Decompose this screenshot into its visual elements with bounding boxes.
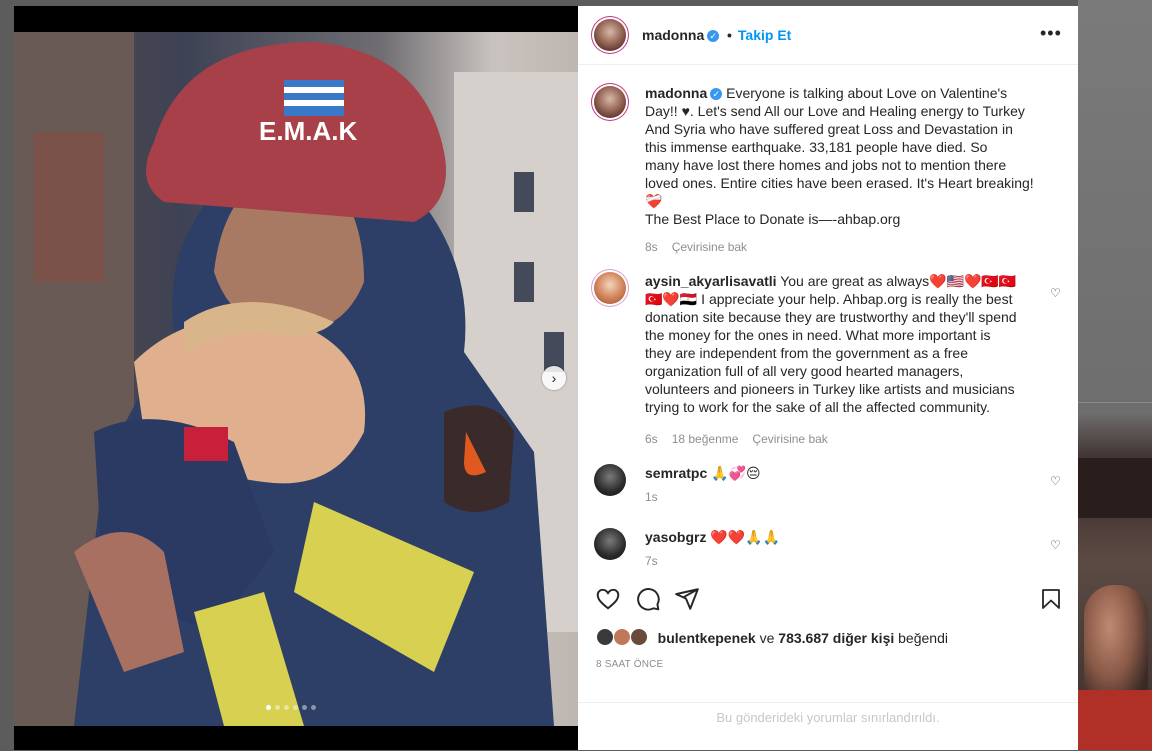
background-page-right <box>1078 0 1152 750</box>
firefighter-illustration: E.M.A.K <box>14 32 578 726</box>
background-photo-shirt <box>1078 690 1152 750</box>
comment-line: You are great as always❤️🇺🇸❤️🇹🇷🇹🇷 <box>780 273 1017 289</box>
comment-line: 🇹🇷❤️🇪🇬 I appreciate your help. Ahbap.org… <box>645 291 1013 307</box>
comment-icon[interactable] <box>635 586 661 612</box>
carousel-dot <box>302 705 307 710</box>
caption-line: many have lost there homes and jobs not … <box>645 157 1007 173</box>
author-username[interactable]: madonna ✓ <box>642 27 720 43</box>
caption-avatar[interactable] <box>594 86 626 118</box>
post-side-panel: madonna ✓ • Takip Et ••• madonna ✓ Everyone… <box>578 6 1078 750</box>
follow-button[interactable]: • Takip Et <box>727 27 791 43</box>
comment-line: organization full of all very good heart… <box>645 363 964 379</box>
background-divider <box>1078 402 1152 403</box>
carousel-next-button[interactable]: › <box>542 366 566 390</box>
post-actions <box>578 586 1078 616</box>
caption-line: Day!! ♥. Let's send All our Love and Hea… <box>645 103 1025 119</box>
comment-meta: 6s 18 beğenme Çevirisine bak <box>645 432 842 446</box>
comments-limited-notice: Bu gönderideki yorumlar sınırlandırıldı. <box>578 702 1078 751</box>
post-header: madonna ✓ • Takip Et ••• <box>578 6 1078 65</box>
comment-body: ❤️❤️🙏🙏 <box>710 529 781 545</box>
caption-line: this immense earthquake. 33,181 people h… <box>645 139 988 155</box>
comment-avatar[interactable] <box>594 272 626 304</box>
verified-icon: ✓ <box>707 30 720 42</box>
comment-meta: 7s <box>645 554 672 568</box>
background-photo <box>1084 585 1148 705</box>
caption-line: Everyone is talking about Love on Valent… <box>726 85 1008 101</box>
caption-time[interactable]: 8s <box>645 240 658 254</box>
post-media[interactable]: E.M.A.K › <box>14 6 578 750</box>
heart-icon[interactable] <box>595 586 621 612</box>
caption-line: ❤️‍🩹 <box>645 193 663 209</box>
comment-line: donation site because they are trustwort… <box>645 309 1017 325</box>
verified-icon: ✓ <box>710 88 723 100</box>
comment-line: trying to work for the sake of all the a… <box>645 399 990 415</box>
comment-text: semratpc 🙏💞😔 <box>645 464 1043 482</box>
carousel-dot <box>275 705 280 710</box>
heart-outline-icon: ♡ <box>1050 538 1061 552</box>
comment-time[interactable]: 6s <box>645 432 658 446</box>
translate-link[interactable]: Çevirisine bak <box>752 432 827 446</box>
comment-meta: 1s <box>645 490 672 504</box>
heart-outline-icon: ♡ <box>1050 286 1061 300</box>
follow-label[interactable]: Takip Et <box>738 27 791 43</box>
caption-text: madonna ✓ Everyone is talking about Love … <box>645 84 1043 228</box>
bookmark-icon[interactable] <box>1039 586 1063 612</box>
chevron-right-icon: › <box>551 370 557 386</box>
comment-username[interactable]: semratpc <box>645 465 707 481</box>
comment-time[interactable]: 1s <box>645 490 658 504</box>
author-username-text[interactable]: madonna <box>642 27 704 43</box>
likes-connector: ve <box>759 630 775 646</box>
liker-avatar <box>612 628 631 646</box>
follow-separator: • <box>727 27 732 43</box>
translate-link[interactable]: Çevirisine bak <box>672 240 747 254</box>
first-liker[interactable]: bulentkepenek <box>658 630 756 646</box>
ellipsis-icon: ••• <box>1040 23 1062 43</box>
comment-avatar[interactable] <box>594 528 626 560</box>
comment-text: yasobgrz ❤️❤️🙏🙏 <box>645 528 1043 546</box>
comment-likes[interactable]: 18 beğenme <box>672 432 739 446</box>
comment-avatar[interactable] <box>594 464 626 496</box>
comment-username[interactable]: yasobgrz <box>645 529 706 545</box>
carousel-dot <box>293 705 298 710</box>
comment-line: the money for the ones in need. What mor… <box>645 327 991 343</box>
caption-line: The Best Place to Donate is—-ahbap.org <box>645 211 901 227</box>
author-avatar[interactable] <box>594 19 626 51</box>
post-photo: E.M.A.K <box>14 32 578 726</box>
like-comment-button[interactable]: ♡ <box>1050 286 1061 300</box>
caption-line: And Syria who have suffered great Loss a… <box>645 121 1013 137</box>
comment-line: they are independent from the government… <box>645 345 968 361</box>
like-comment-button[interactable]: ♡ <box>1050 538 1061 552</box>
liker-avatar <box>629 628 648 646</box>
carousel-dot <box>311 705 316 710</box>
caption-username[interactable]: madonna <box>645 85 707 101</box>
likes-suffix: beğendi <box>898 630 948 646</box>
comment-text: aysin_akyarlisavatli You are great as al… <box>645 272 1043 416</box>
liker-avatar <box>596 628 614 646</box>
comment-body: 🙏💞😔 <box>711 465 761 481</box>
post-timestamp[interactable]: 8 SAAT ÖNCE <box>596 659 663 670</box>
share-icon[interactable] <box>674 586 700 612</box>
likes-summary: bulentkepenek ve 783.687 diğer kişi beğe… <box>596 628 948 646</box>
comment-username[interactable]: aysin_akyarlisavatli <box>645 273 777 289</box>
carousel-dots <box>266 705 316 710</box>
caption-line: loved ones. Entire cities have been eras… <box>645 175 1034 191</box>
carousel-dot <box>266 705 271 710</box>
comment-time[interactable]: 7s <box>645 554 658 568</box>
background-strip <box>1078 458 1152 518</box>
carousel-dot <box>284 705 289 710</box>
more-options-button[interactable]: ••• <box>1040 23 1062 44</box>
like-comment-button[interactable]: ♡ <box>1050 474 1061 488</box>
helmet-text: E.M.A.K <box>259 116 357 146</box>
heart-outline-icon: ♡ <box>1050 474 1061 488</box>
comment-line: volunteers and pioneers in Turkey like a… <box>645 381 1015 397</box>
likes-others[interactable]: 783.687 diğer kişi <box>778 630 894 646</box>
caption-meta: 8s Çevirisine bak <box>645 240 761 254</box>
